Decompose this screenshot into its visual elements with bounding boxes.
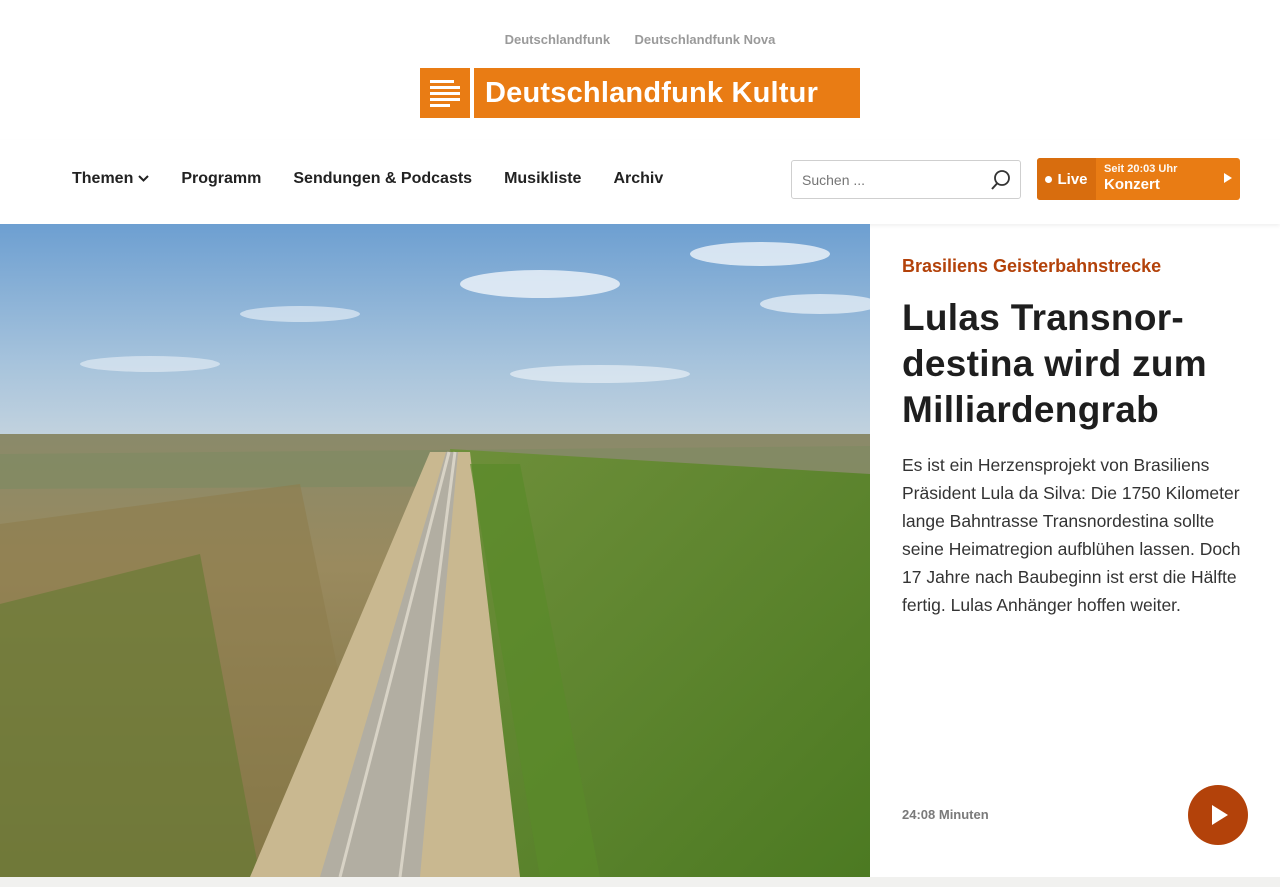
live-label: Live (1057, 170, 1088, 188)
live-badge: Live (1037, 158, 1096, 200)
search-input[interactable] (792, 161, 972, 198)
article-kicker[interactable]: Brasiliens Geisterbahnstrecke (902, 256, 1252, 277)
nav-item-themen[interactable]: Themen (72, 170, 150, 188)
play-audio-button[interactable] (1188, 785, 1248, 845)
search-icon[interactable] (990, 169, 1012, 191)
article-headline[interactable]: Lulas Transnor- destina wird zum Milliar… (902, 295, 1252, 433)
section-divider (0, 877, 1280, 887)
chevron-down-icon (138, 173, 150, 185)
site-logo[interactable]: Deutschlandfunk Kultur (420, 68, 860, 118)
search-box (791, 160, 1021, 199)
nav-item-programm[interactable]: Programm (181, 170, 261, 188)
sister-site-links: Deutschlandfunk Deutschlandfunk Nova (0, 31, 1280, 49)
play-icon (1224, 173, 1232, 183)
logo-text: Deutschlandfunk Kultur (474, 68, 860, 118)
hero-image[interactable] (0, 224, 870, 877)
hero-article: Brasiliens Geisterbahnstrecke Lulas Tran… (902, 224, 1252, 619)
headline-line-2: destina wird zum (902, 343, 1207, 384)
nav-item-archiv[interactable]: Archiv (613, 170, 663, 188)
nav-item-musikliste[interactable]: Musikliste (504, 170, 581, 188)
nav-item-label: Themen (72, 170, 134, 187)
article-teaser: Es ist ein Herzensprojekt von Brasiliens… (902, 455, 1241, 615)
live-since-time: Seit 20:03 Uhr (1104, 163, 1178, 175)
site-header: Deutschlandfunk Deutschlandfunk Nova Deu… (0, 0, 1280, 140)
headline-line-3: Milliardengrab (902, 389, 1160, 430)
sister-link-deutschlandfunk[interactable]: Deutschlandfunk (505, 32, 610, 47)
play-icon (1212, 805, 1228, 825)
live-player-button[interactable]: Live Seit 20:03 Uhr Konzert (1037, 158, 1240, 200)
sister-link-deutschlandfunk-nova[interactable]: Deutschlandfunk Nova (635, 32, 776, 47)
main-navigation: Themen Programm Sendungen & Podcasts Mus… (0, 140, 1280, 224)
audio-duration: 24:08 Minuten (902, 807, 989, 822)
live-show-title: Konzert (1104, 176, 1160, 193)
logo-mark-icon (420, 68, 470, 118)
live-dot-icon (1045, 175, 1053, 183)
headline-line-1: Lulas Transnor- (902, 297, 1185, 338)
nav-item-sendungen-podcasts[interactable]: Sendungen & Podcasts (293, 170, 472, 188)
